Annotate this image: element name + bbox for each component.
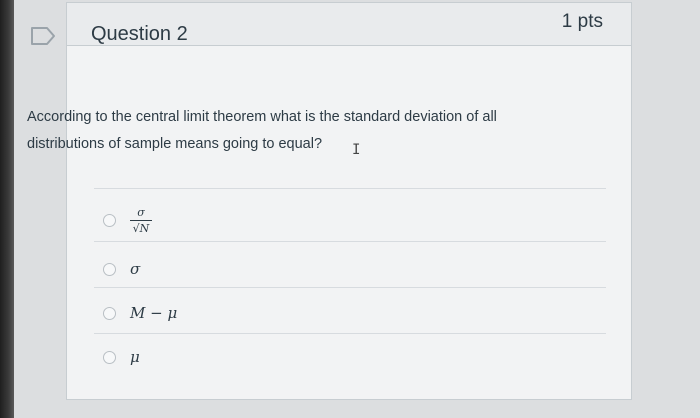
question-card: Question 2 1 pts [66, 2, 632, 400]
question-title: Question 2 [91, 23, 188, 45]
text-cursor-icon: I [352, 142, 361, 158]
fraction-denominator: √N [132, 221, 150, 235]
answer-divider [94, 241, 606, 242]
answer-label: M − μ [130, 304, 178, 322]
answer-option-4[interactable]: μ [103, 340, 140, 374]
answer-divider [94, 287, 606, 288]
radio-button[interactable] [103, 306, 116, 320]
question-header: Question 2 1 pts [67, 3, 631, 46]
answer-label: μ [130, 348, 140, 366]
answer-divider [94, 188, 606, 189]
answer-option-2[interactable]: σ [103, 252, 140, 286]
radio-button[interactable] [103, 213, 116, 227]
radio-button[interactable] [103, 262, 116, 276]
fraction-numerator: σ [137, 205, 145, 219]
answer-label: σ [130, 260, 141, 278]
radio-button[interactable] [103, 350, 116, 364]
answer-option-1[interactable]: σ √N [103, 203, 152, 237]
question-points: 1 pts [561, 11, 603, 32]
answer-divider [94, 333, 606, 334]
screen-left-edge [0, 0, 14, 418]
answer-option-3[interactable]: M − μ [103, 296, 177, 330]
flag-icon[interactable] [30, 26, 56, 46]
question-text: According to the central limit theorem w… [27, 109, 497, 152]
answer-math: σ √N [130, 206, 152, 235]
